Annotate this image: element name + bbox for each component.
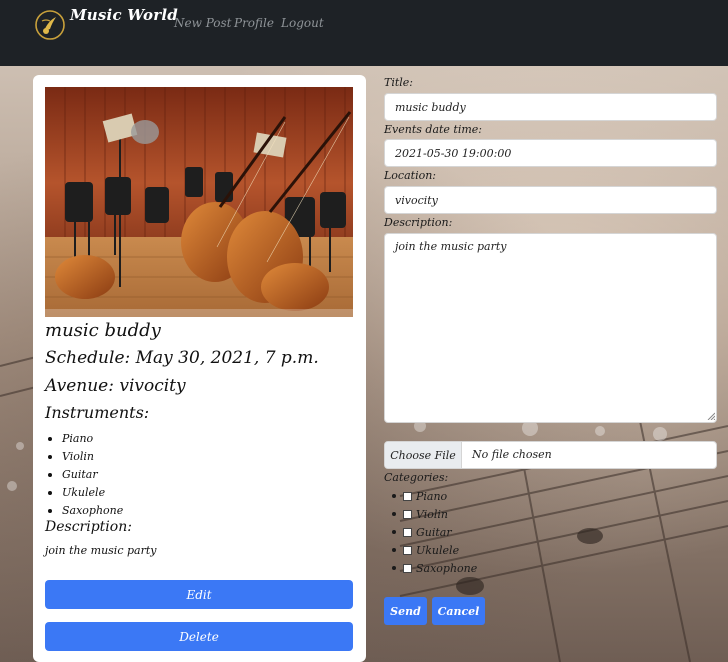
bullet-icon bbox=[392, 530, 396, 534]
location-input[interactable] bbox=[384, 186, 717, 214]
post-title: music buddy bbox=[45, 320, 161, 341]
category-list: Piano Violin Guitar Ukulele Saxophone bbox=[392, 487, 477, 577]
category-checkbox[interactable] bbox=[403, 563, 412, 573]
file-status: No file chosen bbox=[472, 448, 552, 461]
nav-logout[interactable]: Logout bbox=[281, 16, 324, 30]
post-card: music buddy Schedule: May 30, 2021, 7 p.… bbox=[33, 75, 366, 662]
list-item: Ukulele bbox=[47, 484, 123, 502]
list-item: Piano bbox=[47, 430, 123, 448]
category-checkbox[interactable] bbox=[403, 527, 412, 537]
navbar: Music World New Post Profile Logout bbox=[0, 0, 728, 66]
location-label: Location: bbox=[384, 169, 436, 182]
nav-new-post[interactable]: New Post bbox=[174, 16, 231, 30]
category-checkbox[interactable] bbox=[403, 491, 412, 501]
datetime-input[interactable] bbox=[384, 139, 717, 167]
categories-label: Categories: bbox=[384, 471, 449, 484]
description-heading: Description: bbox=[45, 519, 132, 535]
category-item-guitar: Guitar bbox=[392, 523, 477, 541]
choose-file-button[interactable]: Choose File bbox=[385, 442, 462, 468]
category-label: Ukulele bbox=[416, 543, 460, 557]
category-label: Piano bbox=[416, 489, 448, 503]
category-checkbox[interactable] bbox=[403, 545, 412, 555]
cancel-button[interactable]: Cancel bbox=[432, 597, 485, 625]
file-input: Choose File No file chosen bbox=[384, 441, 717, 469]
description-label: Description: bbox=[384, 216, 453, 229]
list-item: Saxophone bbox=[47, 502, 123, 520]
description-text: join the music party bbox=[45, 544, 157, 557]
list-item: Violin bbox=[47, 448, 123, 466]
send-button[interactable]: Send bbox=[384, 597, 427, 625]
bullet-icon bbox=[392, 512, 396, 516]
brand-name[interactable]: Music World bbox=[70, 6, 178, 24]
edit-button[interactable]: Edit bbox=[45, 580, 353, 609]
category-label: Guitar bbox=[416, 525, 452, 539]
title-label: Title: bbox=[384, 76, 414, 89]
category-item-piano: Piano bbox=[392, 487, 477, 505]
music-note-wing-icon[interactable] bbox=[34, 9, 66, 41]
instruments-heading: Instruments: bbox=[45, 403, 150, 422]
category-checkbox[interactable] bbox=[403, 509, 412, 519]
delete-button[interactable]: Delete bbox=[45, 622, 353, 651]
datetime-label: Events date time: bbox=[384, 123, 483, 136]
list-item: Guitar bbox=[47, 466, 123, 484]
category-item-violin: Violin bbox=[392, 505, 477, 523]
bullet-icon bbox=[392, 494, 396, 498]
post-image bbox=[45, 87, 353, 317]
category-item-ukulele: Ukulele bbox=[392, 541, 477, 559]
bullet-icon bbox=[392, 548, 396, 552]
category-label: Violin bbox=[416, 507, 449, 521]
post-schedule: Schedule: May 30, 2021, 7 p.m. bbox=[45, 348, 319, 368]
category-label: Saxophone bbox=[416, 561, 478, 575]
description-textarea[interactable]: join the music party bbox=[384, 233, 717, 423]
instrument-list: Piano Violin Guitar Ukulele Saxophone bbox=[47, 430, 123, 520]
bullet-icon bbox=[392, 566, 396, 570]
category-item-saxophone: Saxophone bbox=[392, 559, 477, 577]
post-avenue: Avenue: vivocity bbox=[45, 376, 186, 396]
resize-grip-icon[interactable] bbox=[707, 412, 715, 420]
title-input[interactable] bbox=[384, 93, 717, 121]
nav-profile[interactable]: Profile bbox=[234, 16, 274, 30]
